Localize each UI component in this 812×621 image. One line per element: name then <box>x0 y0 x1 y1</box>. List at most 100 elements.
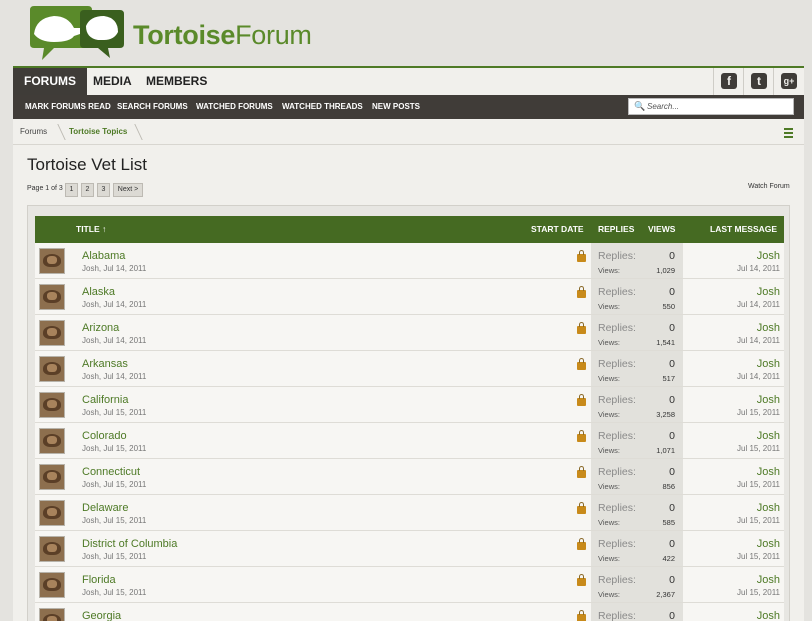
thread-title-link[interactable]: California <box>82 394 128 406</box>
thread-start-info: Josh, Jul 15, 2011 <box>82 516 147 525</box>
thread-stats: Replies: 0 Views: 550 <box>591 279 683 314</box>
page-2-button[interactable]: 2 <box>81 183 94 197</box>
last-message-date[interactable]: Jul 15, 2011 <box>737 408 780 417</box>
thread-title-link[interactable]: Georgia <box>82 610 121 621</box>
last-message-user[interactable]: Josh <box>757 286 780 298</box>
last-message-user[interactable]: Josh <box>757 430 780 442</box>
avatar[interactable] <box>39 608 65 621</box>
table-row[interactable]: Alabama Josh, Jul 14, 2011 Replies: 0 Views:… <box>35 243 784 279</box>
table-row[interactable]: Georgia Replies:0Views: Josh <box>35 603 784 621</box>
tortoise-logo-icon[interactable] <box>24 4 128 62</box>
last-message-date[interactable]: Jul 15, 2011 <box>737 516 780 525</box>
thread-stats: Replies:0Views: <box>591 603 683 621</box>
thread-title-link[interactable]: Florida <box>82 574 116 586</box>
thread-title-link[interactable]: Alaska <box>82 286 115 298</box>
thread-title-link[interactable]: Colorado <box>82 430 127 442</box>
site-name[interactable]: TortoiseForum <box>133 20 312 51</box>
lock-icon <box>577 610 586 621</box>
table-row[interactable]: Arkansas Josh, Jul 14, 2011 Replies: 0 Views… <box>35 351 784 387</box>
avatar[interactable] <box>39 248 65 274</box>
thread-title-link[interactable]: Arkansas <box>82 358 128 370</box>
last-message-date[interactable]: Jul 14, 2011 <box>737 264 780 273</box>
watched-forums-link[interactable]: WATCHED FORUMS <box>196 95 273 119</box>
search-forums-link[interactable]: SEARCH FORUMS <box>117 95 188 119</box>
thread-title-link[interactable]: Delaware <box>82 502 128 514</box>
last-message-user[interactable]: Josh <box>757 322 780 334</box>
mark-forums-read-link[interactable]: MARK FORUMS READ <box>25 95 111 119</box>
table-row[interactable]: Colorado Josh, Jul 15, 2011 Replies: 0 Views… <box>35 423 784 459</box>
last-message-user[interactable]: Josh <box>757 394 780 406</box>
replies-count: 0 <box>669 430 675 442</box>
last-message-date[interactable]: Jul 15, 2011 <box>737 588 780 597</box>
watched-threads-link[interactable]: WATCHED THREADS <box>282 95 363 119</box>
last-message-user[interactable]: Josh <box>757 538 780 550</box>
avatar[interactable] <box>39 464 65 490</box>
thread-stats: Replies: 0 Views: 3,258 <box>591 387 683 422</box>
table-row[interactable]: Alaska Josh, Jul 14, 2011 Replies: 0 Views: 5… <box>35 279 784 315</box>
tab-forums[interactable]: FORUMS <box>13 68 87 95</box>
avatar[interactable] <box>39 356 65 382</box>
table-row[interactable]: California Josh, Jul 15, 2011 Replies: 0 Vie… <box>35 387 784 423</box>
breadcrumb-tortoise-topics[interactable]: Tortoise Topics <box>69 119 127 145</box>
replies-count: 0 <box>669 358 675 370</box>
avatar[interactable] <box>39 536 65 562</box>
thread-stats: Replies: 0 Views: 422 <box>591 531 683 566</box>
last-message-user[interactable]: Josh <box>757 358 780 370</box>
thread-start-info: Josh, Jul 15, 2011 <box>82 480 147 489</box>
page-3-button[interactable]: 3 <box>97 183 110 197</box>
last-message-user[interactable]: Josh <box>757 502 780 514</box>
tab-media[interactable]: MEDIA <box>82 68 143 95</box>
sort-start-date-header[interactable]: START DATE <box>531 216 584 243</box>
new-posts-link[interactable]: NEW POSTS <box>372 95 420 119</box>
search-input[interactable]: 🔍 Search... <box>628 98 794 115</box>
last-message-user[interactable]: Josh <box>757 250 780 262</box>
avatar[interactable] <box>39 500 65 526</box>
last-message-date[interactable]: Jul 15, 2011 <box>737 444 780 453</box>
last-message-user[interactable]: Josh <box>757 466 780 478</box>
avatar[interactable] <box>39 320 65 346</box>
sort-last-message-header[interactable]: LAST MESSAGE <box>710 216 777 243</box>
tab-members[interactable]: MEMBERS <box>135 68 218 95</box>
avatar[interactable] <box>39 572 65 598</box>
breadcrumb-forums[interactable]: Forums <box>20 119 47 145</box>
avatar[interactable] <box>39 428 65 454</box>
table-row[interactable]: Arizona Josh, Jul 14, 2011 Replies: 0 Views:… <box>35 315 784 351</box>
last-message-date[interactable]: Jul 15, 2011 <box>737 480 780 489</box>
views-label: Views: <box>598 374 620 383</box>
last-message-date[interactable]: Jul 14, 2011 <box>737 300 780 309</box>
lock-icon <box>577 322 586 334</box>
thread-title-link[interactable]: District of Columbia <box>82 538 177 550</box>
thread-title-link[interactable]: Alabama <box>82 250 125 262</box>
lock-icon <box>577 394 586 406</box>
last-message-date[interactable]: Jul 14, 2011 <box>737 336 780 345</box>
sort-views-header[interactable]: VIEWS <box>648 216 675 243</box>
views-count: 550 <box>662 302 675 311</box>
twitter-button[interactable]: t <box>743 68 773 95</box>
table-row[interactable]: Connecticut Josh, Jul 15, 2011 Replies: 0 Vi… <box>35 459 784 495</box>
table-row[interactable]: District of Columbia Josh, Jul 15, 2011 Re… <box>35 531 784 567</box>
thread-title-link[interactable]: Connecticut <box>82 466 140 478</box>
last-message-user[interactable]: Josh <box>757 610 780 621</box>
table-row[interactable]: Delaware Josh, Jul 15, 2011 Replies: 0 Views… <box>35 495 784 531</box>
views-label: Views: <box>598 518 620 527</box>
views-label: Views: <box>598 446 620 455</box>
watch-forum-link[interactable]: Watch Forum <box>748 183 790 190</box>
last-message-date[interactable]: Jul 14, 2011 <box>737 372 780 381</box>
googleplus-button[interactable]: g+ <box>773 68 803 95</box>
avatar[interactable] <box>39 284 65 310</box>
views-label: Views: <box>598 554 620 563</box>
last-message-date[interactable]: Jul 15, 2011 <box>737 552 780 561</box>
page-1-button[interactable]: 1 <box>65 183 78 197</box>
next-page-button[interactable]: Next > <box>113 183 143 197</box>
hamburger-menu-icon[interactable] <box>784 128 793 140</box>
last-message-user[interactable]: Josh <box>757 574 780 586</box>
lock-icon <box>577 538 586 550</box>
sort-replies-header[interactable]: REPLIES <box>598 216 634 243</box>
sort-title-header[interactable]: TITLE ↑ <box>76 216 106 243</box>
thread-title-link[interactable]: Arizona <box>82 322 119 334</box>
sub-nav: MARK FORUMS READ SEARCH FORUMS WATCHED F… <box>13 95 804 119</box>
avatar[interactable] <box>39 392 65 418</box>
table-row[interactable]: Florida Josh, Jul 15, 2011 Replies: 0 Views:… <box>35 567 784 603</box>
thread-start-info: Josh, Jul 14, 2011 <box>82 300 147 309</box>
facebook-button[interactable]: f <box>713 68 743 95</box>
